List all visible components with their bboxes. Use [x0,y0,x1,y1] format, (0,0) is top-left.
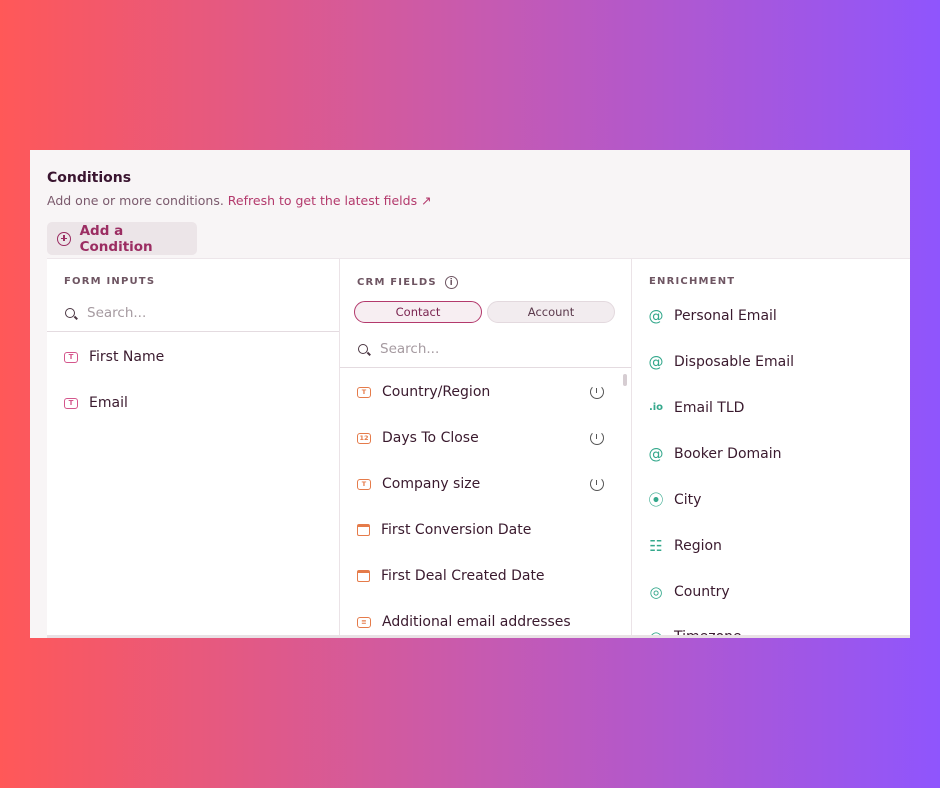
search-placeholder: Search... [380,340,440,357]
tab-contact[interactable]: Contact [354,301,482,323]
history-icon[interactable] [590,385,604,399]
list-item-label: First Name [89,349,165,365]
crm-fields-column: CRM FIELDS i Contact Account Search... T… [340,259,632,638]
list-item-days-to-close[interactable]: 12 Days To Close [357,427,617,449]
list-item-label: Booker Domain [674,446,782,462]
list-item-label: Country/Region [382,384,491,400]
list-item-booker-domain[interactable]: @ Booker Domain [649,443,782,465]
list-item-label: Days To Close [382,430,479,446]
crm-object-tabs: Contact Account [354,301,615,323]
list-item-first-conversion-date[interactable]: First Conversion Date [357,519,531,541]
form-inputs-column: FORM INPUTS Search... T First Name T Ema… [47,259,340,638]
list-item-region[interactable]: ☷ Region [649,535,722,557]
search-icon [65,307,75,318]
list-item-email[interactable]: T Email [64,392,128,414]
list-item-label: First Deal Created Date [381,568,545,584]
conditions-subtitle-text: Add one or more conditions. [47,193,224,208]
field-picker-panel: FORM INPUTS Search... T First Name T Ema… [47,258,910,638]
form-inputs-search-input[interactable]: Search... [47,294,339,332]
conditions-card: Conditions Add one or more conditions. R… [30,150,910,638]
history-icon[interactable] [590,431,604,445]
list-item-email-tld[interactable]: .io Email TLD [649,397,744,419]
list-item-first-name[interactable]: T First Name [64,346,164,368]
info-icon[interactable]: i [444,276,458,289]
panel-bottom-edge [47,635,910,638]
enrichment-header: ENRICHMENT [649,276,736,287]
list-item-label: City [674,492,702,508]
list-item-label: Company size [382,476,481,492]
calendar-icon [357,524,370,536]
at-icon: @ [648,352,664,371]
number-field-icon: 12 [357,432,371,444]
list-item-disposable-email[interactable]: @ Disposable Email [649,351,794,373]
list-item-personal-email[interactable]: @ Personal Email [649,305,777,327]
crm-fields-header: CRM FIELDS [357,277,437,288]
add-condition-label: Add a Condition [79,222,153,255]
refresh-fields-link[interactable]: Refresh to get the latest fields ↗ [228,193,432,208]
form-inputs-header: FORM INPUTS [64,276,156,287]
list-item-label: Additional email addresses [382,614,571,630]
location-pin-icon: ⦿ [648,490,664,509]
at-icon: @ [648,306,664,325]
crm-fields-search-input[interactable]: Search... [340,330,631,368]
list-item-label: Personal Email [674,308,777,324]
enrichment-column: ENRICHMENT @ Personal Email @ Disposable… [632,259,910,638]
list-field-icon: ≡ [357,616,371,628]
list-item-label: Region [674,538,722,554]
add-condition-button[interactable]: Add a Condition [47,222,197,255]
crm-fields-header-row: CRM FIELDS i [357,276,458,289]
list-item-label: Email TLD [674,400,745,416]
calendar-icon [357,570,370,582]
list-item-label: First Conversion Date [381,522,532,538]
list-item-country-region[interactable]: T Country/Region [357,381,617,403]
search-icon [358,343,368,354]
text-field-icon: T [357,478,371,490]
list-item-city[interactable]: ⦿ City [648,489,702,511]
tld-icon: .io [648,402,664,413]
list-item-label: Disposable Email [674,354,794,370]
conditions-subtitle: Add one or more conditions. Refresh to g… [47,193,432,208]
scrollbar[interactable] [623,374,627,386]
list-item-additional-email-addresses[interactable]: ≡ Additional email addresses [357,611,571,633]
globe-icon: ◎ [649,582,663,601]
list-item-company-size[interactable]: T Company size [357,473,617,495]
list-item-country[interactable]: ◎ Country [649,581,730,603]
text-field-icon: T [64,397,78,409]
map-icon: ☷ [649,536,663,555]
search-placeholder: Search... [87,304,147,321]
text-field-icon: T [357,386,371,398]
at-icon: @ [648,444,664,463]
list-item-label: Email [89,395,128,411]
conditions-title: Conditions [47,170,132,186]
plus-circle-icon [57,231,71,246]
list-item-label: Country [674,584,730,600]
list-item-first-deal-created-date[interactable]: First Deal Created Date [357,565,545,587]
text-field-icon: T [64,351,78,363]
history-icon[interactable] [590,477,604,491]
tab-account[interactable]: Account [487,301,615,323]
